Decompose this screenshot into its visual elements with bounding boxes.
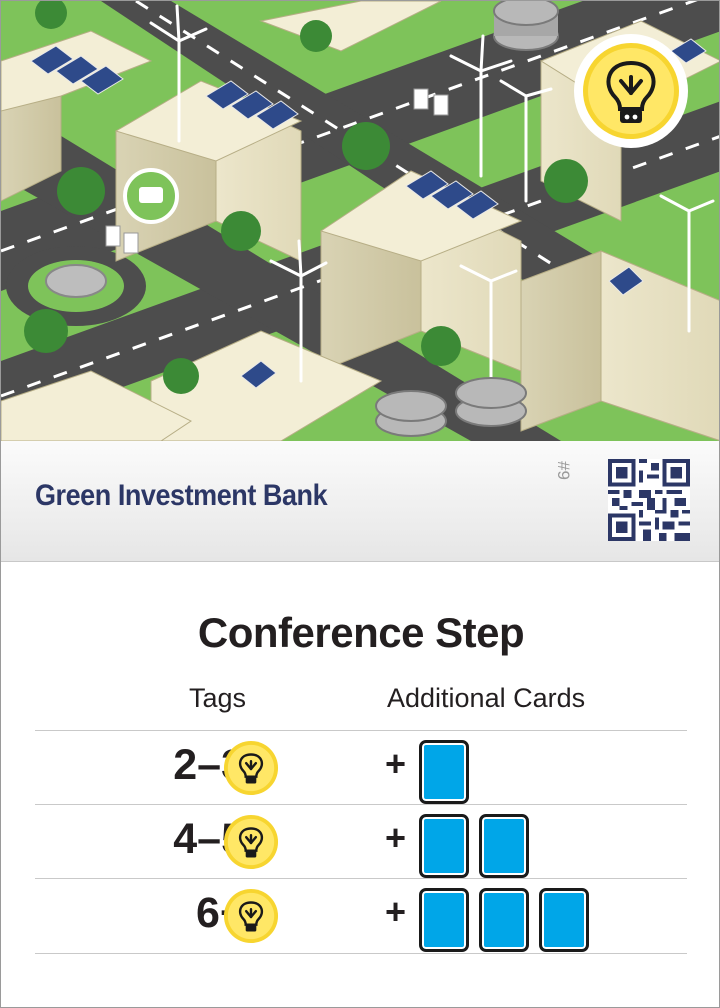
card-icon	[539, 888, 589, 952]
lightbulb-icon	[223, 814, 279, 870]
table-row: 4–5 +	[35, 804, 687, 879]
card-icon	[419, 814, 469, 878]
qr-code-icon[interactable]	[608, 459, 690, 541]
lightbulb-badge-icon	[574, 34, 688, 148]
plus-sign: +	[385, 817, 407, 858]
card-number: #9	[554, 461, 573, 480]
lightbulb-icon	[223, 740, 279, 796]
card-icon	[479, 888, 529, 952]
card-icon	[479, 814, 529, 878]
plus-sign: +	[385, 891, 407, 932]
card-icon	[419, 888, 469, 952]
column-header-additional-cards: Additional Cards	[387, 683, 586, 713]
card-title: Green Investment Bank	[35, 479, 328, 512]
column-header-tags: Tags	[189, 683, 247, 713]
card-icon	[419, 740, 469, 804]
game-card: Green Investment Bank #9 Conference Step…	[0, 0, 720, 1008]
table-row: 2–3 +	[35, 730, 687, 805]
table-row: 6+ +	[35, 878, 687, 954]
lightbulb-icon	[223, 888, 279, 944]
section-heading: Conference Step	[197, 609, 525, 656]
plus-sign: +	[385, 743, 407, 784]
